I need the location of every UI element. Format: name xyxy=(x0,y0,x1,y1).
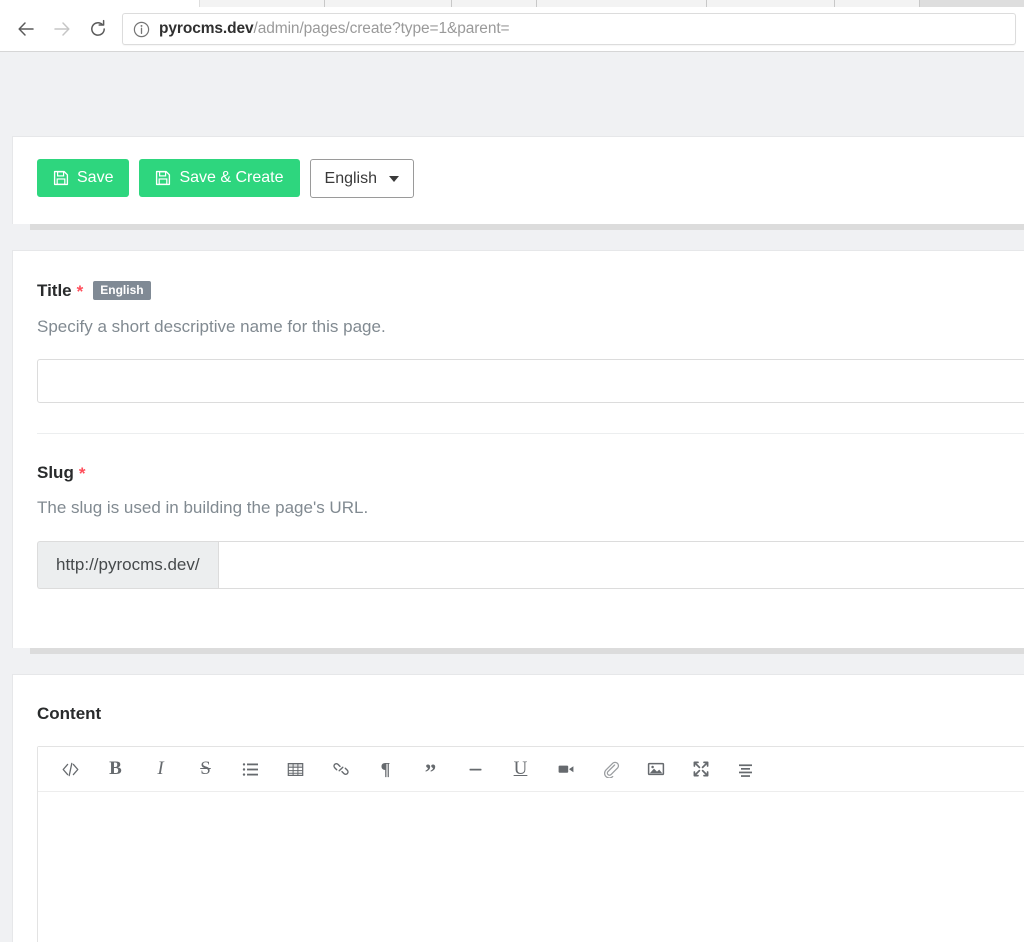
floppy-disk-icon xyxy=(155,170,171,186)
strikethrough-icon[interactable]: S xyxy=(183,747,228,792)
video-icon[interactable] xyxy=(543,747,588,792)
info-circle-icon[interactable] xyxy=(133,21,150,38)
browser-tab[interactable] xyxy=(835,0,920,7)
tab-strip[interactable] xyxy=(0,0,1024,7)
editor-toolbar: B I S xyxy=(38,747,1024,792)
title-field-group: Title * English Specify a short descript… xyxy=(37,251,1011,403)
caret-down-icon xyxy=(389,176,399,182)
title-help-text: Specify a short descriptive name for thi… xyxy=(37,317,1011,337)
align-icon[interactable] xyxy=(723,747,768,792)
browser-chrome: pyrocms.dev/admin/pages/create?type=1&pa… xyxy=(0,0,1024,52)
reload-icon xyxy=(88,19,108,39)
slug-input-group: http://pyrocms.dev/ xyxy=(37,541,1024,589)
scrollbar-thumb[interactable] xyxy=(30,648,1024,654)
floppy-disk-icon xyxy=(53,170,69,186)
browser-tab[interactable] xyxy=(537,0,707,7)
save-and-create-button-label: Save & Create xyxy=(179,169,283,187)
locale-dropdown-button[interactable]: English xyxy=(310,159,414,198)
save-button-label: Save xyxy=(77,169,113,187)
attachment-icon[interactable] xyxy=(588,747,633,792)
tab-strip-filler xyxy=(920,0,1024,7)
action-toolbar-panel: Save Save & Create English xyxy=(12,136,1024,224)
underline-icon[interactable]: U xyxy=(498,747,543,792)
title-locale-badge: English xyxy=(93,281,150,300)
save-button[interactable]: Save xyxy=(37,159,129,197)
page-viewport: Save Save & Create English Title * xyxy=(0,52,1024,942)
blockquote-icon[interactable]: ” xyxy=(408,747,453,792)
scrollbar-thumb[interactable] xyxy=(30,224,1024,230)
title-input[interactable] xyxy=(37,359,1024,403)
fullscreen-icon[interactable] xyxy=(678,747,723,792)
required-asterisk: * xyxy=(77,283,84,300)
fields-panel: Title * English Specify a short descript… xyxy=(12,250,1024,648)
required-asterisk: * xyxy=(79,465,86,482)
save-and-create-button[interactable]: Save & Create xyxy=(139,159,299,197)
forward-button[interactable] xyxy=(44,11,80,47)
url-host: pyrocms.dev xyxy=(159,20,254,37)
panel-fields-horizontal-scrollbar[interactable] xyxy=(12,648,1024,654)
slug-field-group: Slug * The slug is used in building the … xyxy=(37,434,1011,588)
editor-content-area[interactable] xyxy=(38,792,1024,942)
slug-label-text: Slug xyxy=(37,464,74,481)
content-label: Content xyxy=(37,675,1011,722)
arrow-right-icon xyxy=(52,19,72,39)
bold-icon[interactable]: B xyxy=(93,747,138,792)
browser-tab[interactable] xyxy=(707,0,835,7)
url-text: pyrocms.dev/admin/pages/create?type=1&pa… xyxy=(159,20,510,38)
browser-toolbar: pyrocms.dev/admin/pages/create?type=1&pa… xyxy=(0,7,1024,51)
link-icon[interactable] xyxy=(318,747,363,792)
title-label-text: Title xyxy=(37,282,72,299)
url-path: /admin/pages/create?type=1&parent= xyxy=(254,20,510,37)
slug-help-text: The slug is used in building the page's … xyxy=(37,498,1011,518)
address-bar[interactable]: pyrocms.dev/admin/pages/create?type=1&pa… xyxy=(122,13,1016,45)
title-label: Title * English xyxy=(37,281,1011,300)
slug-url-prefix: http://pyrocms.dev/ xyxy=(37,541,218,589)
paragraph-icon[interactable]: ¶ xyxy=(363,747,408,792)
slug-label: Slug * xyxy=(37,464,1011,481)
code-icon[interactable] xyxy=(48,747,93,792)
panel-actions-horizontal-scrollbar[interactable] xyxy=(12,224,1024,230)
table-icon[interactable] xyxy=(273,747,318,792)
reload-button[interactable] xyxy=(80,11,116,47)
rich-text-editor: B I S xyxy=(37,746,1024,942)
browser-tab[interactable] xyxy=(200,0,325,7)
horizontal-rule-icon[interactable] xyxy=(453,747,498,792)
back-button[interactable] xyxy=(8,11,44,47)
italic-icon[interactable]: I xyxy=(138,747,183,792)
browser-tab[interactable] xyxy=(452,0,537,7)
arrow-left-icon xyxy=(16,19,36,39)
slug-input[interactable] xyxy=(218,541,1024,589)
browser-tab[interactable] xyxy=(325,0,452,7)
image-icon[interactable] xyxy=(633,747,678,792)
locale-dropdown-label: English xyxy=(325,170,377,188)
browser-tab[interactable] xyxy=(0,0,200,7)
content-panel: Content B I S xyxy=(12,674,1024,942)
unordered-list-icon[interactable] xyxy=(228,747,273,792)
